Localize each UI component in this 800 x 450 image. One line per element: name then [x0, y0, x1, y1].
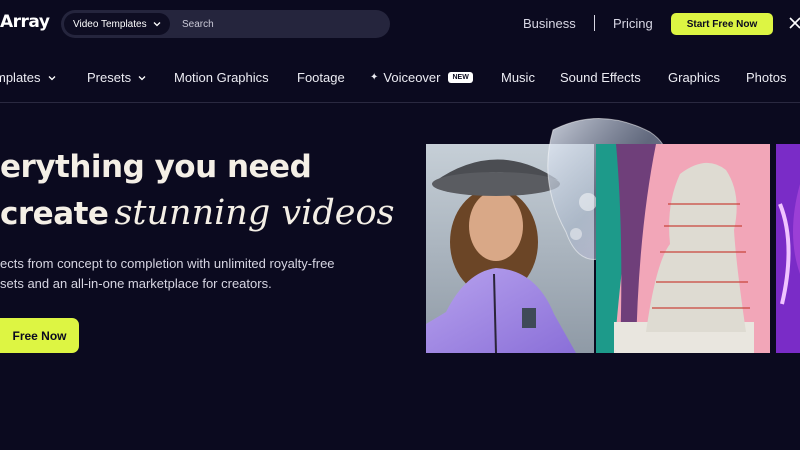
close-icon[interactable] [788, 16, 800, 30]
hero-subtext-line1: ects from concept to completion with unl… [0, 256, 335, 271]
nav-item-label: Voiceover [383, 70, 441, 85]
hero-subtext-line2: sets and an all-in-one marketplace for c… [0, 276, 272, 291]
nav-divider-line [0, 102, 800, 103]
nav-item-music[interactable]: Music [501, 70, 535, 85]
hero-headline-line2: create stunning videos [0, 193, 395, 233]
start-free-hero-button[interactable]: Free Now [0, 318, 79, 353]
nav-item-label: Presets [87, 70, 132, 85]
nav-item-footage[interactable]: Footage [297, 70, 345, 85]
nav-item-label: Music [501, 70, 535, 85]
new-badge: NEW [448, 72, 473, 83]
nav-item-presets[interactable]: Presets [87, 70, 147, 85]
nav-item-label: Graphics [668, 70, 721, 85]
search-category-label: Video Templates [73, 18, 147, 30]
search-input[interactable] [182, 16, 382, 32]
nav-item-label: mplates [0, 70, 41, 85]
search-category-select[interactable]: Video Templates [64, 13, 170, 35]
site-header: Array Video Templates Business Pricing S… [0, 0, 800, 48]
hero-headline-script: stunning videos [114, 193, 395, 233]
nav-item-label: Sound Effects [560, 70, 641, 85]
search-bar: Video Templates [61, 10, 390, 38]
category-nav: mplates Presets Motion Graphics Footage … [0, 56, 800, 98]
hero-headline-plain: create [0, 196, 109, 232]
nav-item-sound-effects[interactable]: Sound Effects [560, 70, 641, 85]
nav-item-label: Photos [746, 70, 787, 85]
nav-item-graphics[interactable]: Graphics [668, 70, 720, 85]
logo[interactable]: Array [0, 12, 50, 32]
nav-item-voiceover[interactable]: ✦ Voiceover NEW [370, 70, 473, 85]
start-free-button[interactable]: Start Free Now [671, 13, 773, 35]
nav-item-templates[interactable]: mplates [0, 70, 57, 85]
chevron-down-icon [153, 22, 161, 27]
nav-divider [594, 15, 595, 31]
pricing-link[interactable]: Pricing [613, 16, 653, 31]
nav-item-photos[interactable]: Photos [746, 70, 786, 85]
nav-item-label: Footage [297, 70, 345, 85]
hero-subtext: ects from concept to completion with unl… [0, 254, 380, 294]
business-link[interactable]: Business [523, 16, 576, 31]
nav-item-motion-graphics[interactable]: Motion Graphics [174, 70, 269, 85]
nav-item-label: Motion Graphics [174, 70, 269, 85]
chevron-down-icon [138, 75, 146, 80]
hero-headline-line1: erything you need [0, 149, 312, 185]
hero-image-statue [596, 144, 770, 353]
chevron-down-icon [48, 75, 55, 80]
sparkle-icon: ✦ [370, 72, 379, 83]
hero-image-abstract [776, 144, 800, 353]
